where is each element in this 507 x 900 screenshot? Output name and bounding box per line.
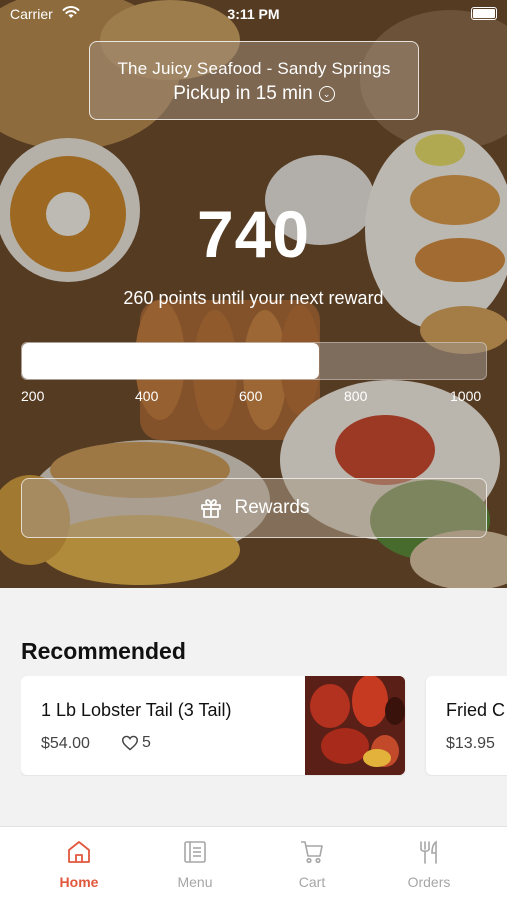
item-likes[interactable]: 5: [121, 734, 151, 752]
menu-icon: [184, 841, 206, 863]
tick-label: 600: [239, 388, 263, 404]
tab-cart[interactable]: Cart: [249, 827, 375, 900]
tab-label: Orders: [407, 874, 451, 890]
home-icon: [68, 841, 90, 863]
tab-label: Menu: [177, 874, 213, 890]
store-selector[interactable]: The Juicy Seafood - Sandy Springs Pickup…: [89, 41, 419, 120]
fork-knife-icon: [420, 840, 437, 864]
tab-menu[interactable]: Menu: [132, 827, 258, 900]
pickup-time: Pickup in 15 min: [173, 83, 313, 104]
rewards-button-label: Rewards: [234, 497, 310, 518]
chevron-down-icon: ⌄: [318, 86, 335, 102]
item-likes-count: 5: [142, 734, 151, 751]
tick-label: 1000: [450, 388, 482, 404]
item-price: $54.00: [41, 735, 90, 752]
progress-tick-labels: 200 400 600 800 1000: [21, 388, 487, 406]
tab-orders[interactable]: Orders: [366, 827, 492, 900]
item-name: Fried C: [446, 700, 506, 720]
tick-label: 200: [21, 388, 45, 404]
item-image: [305, 676, 405, 775]
hero-section: Carrier 3:11 PM The Juicy Seafood - Sand…: [0, 0, 507, 588]
points-balance: 740: [196, 197, 311, 271]
tick-label: 800: [344, 388, 368, 404]
item-name: 1 Lb Lobster Tail (3 Tail): [41, 700, 232, 720]
recommended-item-card[interactable]: Fried C $13.95: [426, 676, 507, 775]
recommended-carousel[interactable]: 1 Lb Lobster Tail (3 Tail) $54.00 5 Frie…: [21, 676, 507, 776]
gift-icon: [200, 499, 221, 518]
rewards-progress-fill: [22, 343, 319, 379]
rewards-progress-bar: [21, 342, 487, 380]
tab-label: Cart: [298, 874, 326, 890]
bottom-tab-bar: Home Menu Cart Orders: [0, 826, 507, 900]
item-price: $13.95: [446, 735, 495, 752]
heart-icon: [121, 735, 139, 751]
clock: 3:11 PM: [227, 6, 280, 22]
pickup-time-row: Pickup in 15 min ⌄: [90, 83, 418, 105]
battery-icon: [471, 7, 497, 20]
status-bar: Carrier 3:11 PM: [0, 0, 507, 28]
tab-home[interactable]: Home: [16, 827, 142, 900]
tick-label: 400: [135, 388, 159, 404]
store-name: The Juicy Seafood - Sandy Springs: [117, 59, 391, 78]
tab-label: Home: [59, 874, 99, 890]
recommended-item-card[interactable]: 1 Lb Lobster Tail (3 Tail) $54.00 5: [21, 676, 405, 775]
cart-icon: [301, 841, 323, 864]
points-until-reward: 260 points until your next reward: [123, 288, 384, 308]
rewards-button[interactable]: Rewards: [21, 478, 487, 538]
recommended-heading: Recommended: [21, 638, 186, 664]
